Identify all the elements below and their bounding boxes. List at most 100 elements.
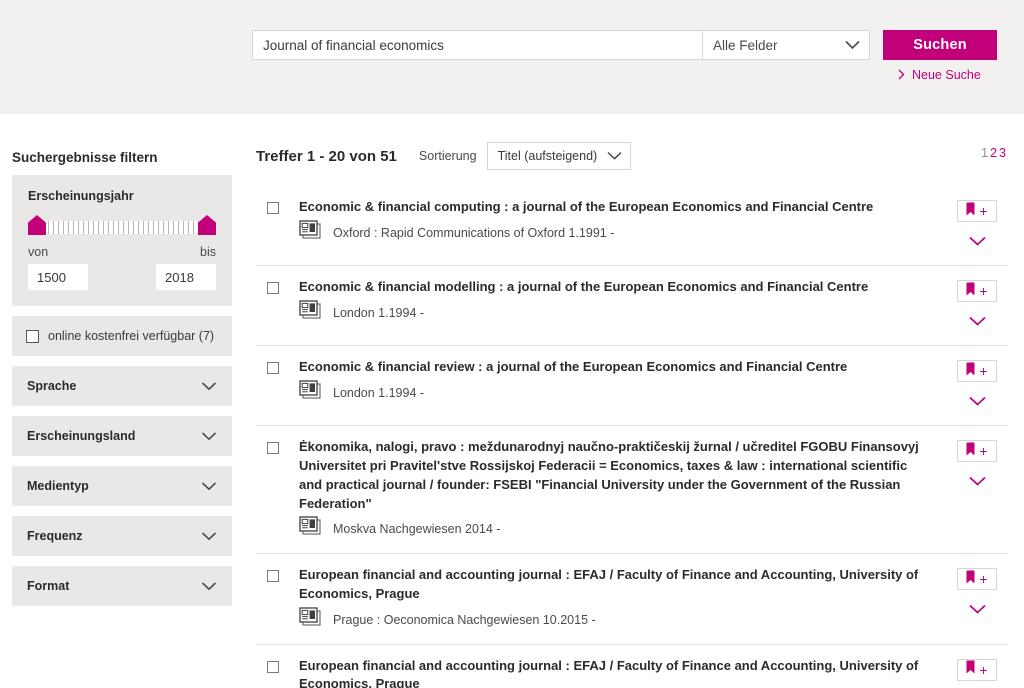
result-select-checkbox[interactable] (267, 442, 279, 454)
result-item: Economic & financial computing : a journ… (256, 186, 1008, 266)
result-item: Economic & financial modelling : a journ… (256, 266, 1008, 346)
year-to-label: bis (200, 245, 216, 259)
result-item: Ėkonomika, nalogi, pravo : meždunarodnyj… (256, 426, 1008, 555)
pagination: 123 (981, 146, 1008, 160)
add-bookmark-button[interactable]: + (957, 568, 997, 591)
new-search-label: Neue Suche (912, 68, 981, 82)
chevron-down-icon (201, 381, 217, 391)
result-subtitle: London 1.1994 - (333, 385, 425, 400)
chevron-down-icon (845, 40, 860, 50)
chevron-down-icon (201, 481, 217, 491)
add-bookmark-button[interactable]: + (957, 200, 997, 222)
chevron-right-icon (898, 69, 905, 82)
search-button[interactable]: Suchen (883, 30, 997, 60)
facet-online-free[interactable]: online kostenfrei verfügbar (7) (12, 316, 232, 356)
facet-publication-year: Erscheinungsjahr von bis (12, 175, 232, 306)
page-link-3[interactable]: 3 (999, 146, 1008, 160)
add-bookmark-plus-label: + (979, 283, 988, 299)
result-title[interactable]: Economic & financial review : a journal … (299, 358, 928, 377)
facet-publication-year-label: Erscheinungsjahr (28, 189, 134, 203)
add-bookmark-button[interactable]: + (957, 658, 997, 681)
result-subtitle: Prague : Oeconomica Nachgewiesen 10.2015… (333, 612, 596, 627)
search-input[interactable] (252, 30, 702, 60)
year-from-label: von (28, 245, 49, 259)
expand-result-icon[interactable] (968, 393, 987, 411)
journal-icon (299, 380, 323, 402)
chevron-down-icon (607, 151, 622, 161)
sort-select-value: Titel (aufsteigend) (497, 149, 598, 163)
result-item: Economic & financial review : a journal … (256, 346, 1008, 426)
journal-icon (299, 300, 323, 322)
year-range-slider[interactable] (28, 214, 216, 236)
search-scope-select[interactable]: Alle Felder (702, 30, 870, 60)
add-bookmark-plus-label: + (979, 443, 988, 459)
year-slider-track[interactable] (38, 221, 206, 234)
online-free-checkbox[interactable] (26, 329, 39, 343)
result-item: European financial and accounting journa… (256, 645, 1008, 688)
journal-icon (299, 516, 323, 538)
chevron-down-icon (201, 431, 217, 441)
result-title[interactable]: Economic & financial computing : a journ… (299, 198, 928, 217)
facet-erscheinungsland[interactable]: Erscheinungsland (12, 416, 232, 456)
bookmark-icon (966, 282, 975, 301)
online-free-label: online kostenfrei verfügbar (7) (48, 329, 215, 343)
results-toolbar: Treffer 1 - 20 von 51 Sortierung Titel (… (256, 114, 1024, 170)
bookmark-icon (966, 442, 975, 461)
year-from-input[interactable] (28, 264, 88, 290)
sort-select[interactable]: Titel (aufsteigend) (486, 142, 631, 170)
bookmark-icon (966, 570, 975, 589)
add-bookmark-button[interactable]: + (957, 360, 997, 382)
page-link-2[interactable]: 2 (990, 146, 999, 160)
result-title[interactable]: Ėkonomika, nalogi, pravo : meždunarodnyj… (299, 438, 928, 513)
year-slider-handle-min[interactable] (28, 215, 46, 235)
chevron-down-icon (201, 581, 217, 591)
result-select-checkbox[interactable] (267, 282, 279, 294)
bookmark-icon (966, 362, 975, 381)
facet-frequenz[interactable]: Frequenz (12, 516, 232, 556)
add-bookmark-button[interactable]: + (957, 440, 997, 462)
filter-sidebar: Suchergebnisse filtern Erscheinungsjahr … (0, 114, 252, 688)
expand-result-icon[interactable] (968, 233, 987, 251)
bookmark-icon (966, 660, 975, 679)
result-select-checkbox[interactable] (267, 660, 279, 673)
result-item: European financial and accounting journa… (256, 554, 1008, 645)
chevron-down-icon (201, 531, 217, 541)
facet-frequenz-label: Frequenz (27, 529, 83, 543)
expand-result-icon[interactable] (968, 473, 987, 491)
add-bookmark-plus-label: + (979, 203, 988, 219)
filter-sidebar-title: Suchergebnisse filtern (12, 150, 158, 165)
results-panel: Treffer 1 - 20 von 51 Sortierung Titel (… (252, 114, 1024, 688)
add-bookmark-plus-label: + (979, 571, 988, 588)
expand-result-icon[interactable] (968, 313, 987, 331)
facet-sprache-label: Sprache (27, 379, 77, 393)
result-select-checkbox[interactable] (267, 202, 279, 214)
result-subtitle: Oxford : Rapid Communications of Oxford … (333, 225, 615, 240)
results-list: Economic & financial computing : a journ… (256, 186, 1024, 688)
results-count: Treffer 1 - 20 von 51 (256, 147, 397, 165)
new-search-link[interactable]: Neue Suche (898, 68, 981, 82)
add-bookmark-plus-label: + (979, 661, 988, 678)
bookmark-icon (966, 202, 975, 221)
search-bar: Alle Felder Suchen (252, 30, 997, 60)
result-select-checkbox[interactable] (267, 362, 279, 374)
facet-erscheinungsland-label: Erscheinungsland (27, 429, 136, 443)
year-slider-handle-max[interactable] (198, 215, 216, 235)
result-subtitle: London 1.1994 - (333, 305, 425, 320)
expand-result-icon[interactable] (968, 601, 987, 619)
add-bookmark-button[interactable]: + (957, 280, 997, 302)
facet-format[interactable]: Format (12, 566, 232, 606)
add-bookmark-plus-label: + (979, 363, 988, 379)
page-link-1: 1 (981, 146, 991, 160)
result-subtitle: Moskva Nachgewiesen 2014 - (333, 522, 501, 537)
journal-icon (299, 607, 323, 629)
year-to-input[interactable] (156, 264, 216, 290)
result-title[interactable]: European financial and accounting journa… (299, 657, 928, 688)
facet-format-label: Format (27, 579, 70, 593)
result-title[interactable]: Economic & financial modelling : a journ… (299, 278, 928, 297)
facet-medientyp[interactable]: Medientyp (12, 466, 232, 506)
result-title[interactable]: European financial and accounting journa… (299, 566, 928, 604)
facet-sprache[interactable]: Sprache (12, 366, 232, 406)
sort-label: Sortierung (418, 149, 477, 163)
result-select-checkbox[interactable] (267, 570, 279, 583)
journal-icon (299, 220, 323, 242)
